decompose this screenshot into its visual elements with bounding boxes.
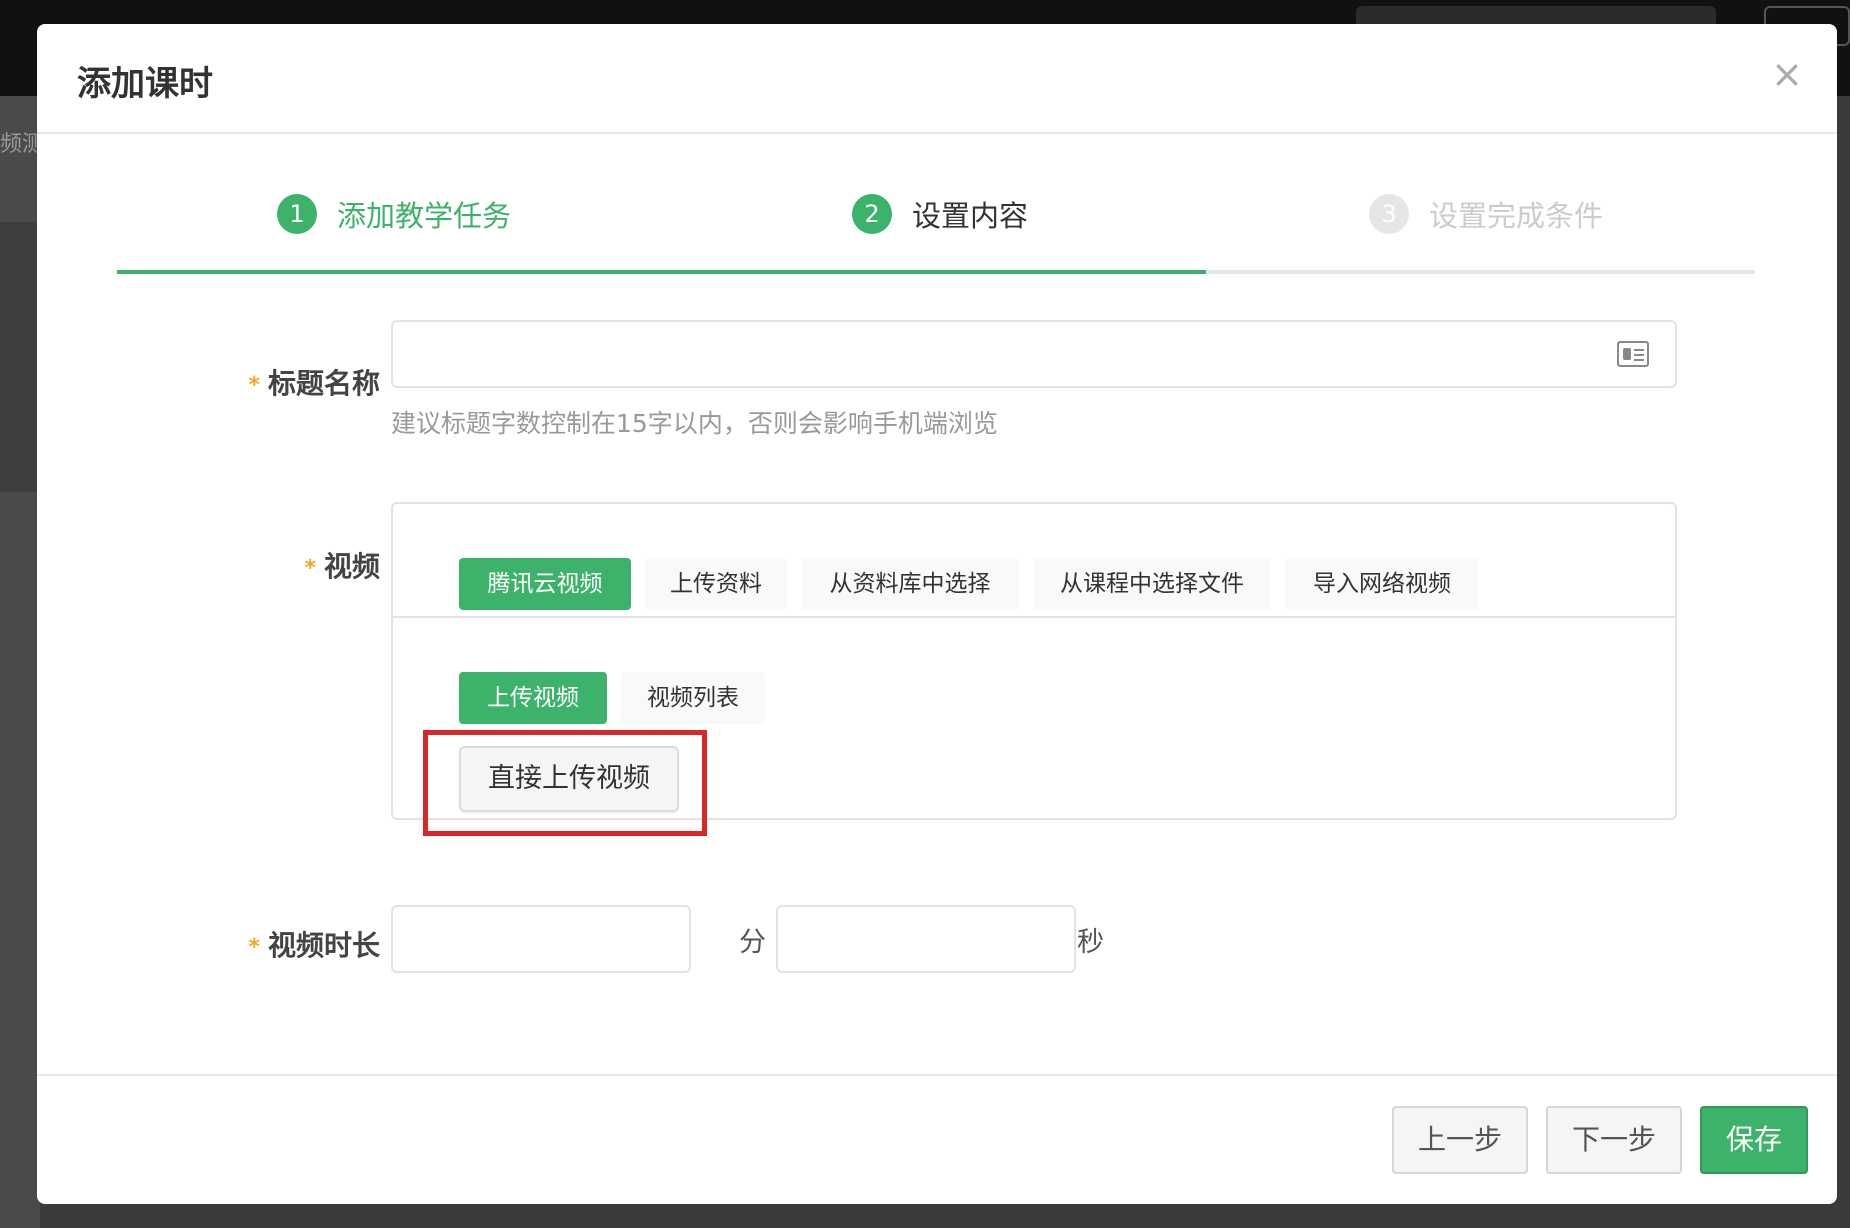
required-star: *	[248, 934, 260, 960]
step-3-label: 设置完成条件	[1429, 199, 1604, 233]
title-input[interactable]	[391, 320, 1677, 388]
title-hint: 建议标题字数控制在15字以内，否则会影响手机端浏览	[391, 409, 998, 438]
seconds-unit: 秒	[1077, 927, 1104, 958]
background-text-fragment: 频测	[0, 132, 40, 157]
footer-divider	[37, 1074, 1837, 1076]
seconds-input[interactable]	[776, 905, 1076, 973]
subtab-upload-video[interactable]: 上传视频	[459, 672, 607, 724]
duration-label-text: 视频时长	[267, 929, 380, 962]
step-3: 3 设置完成条件	[1369, 184, 1603, 244]
background-panel	[0, 222, 40, 492]
prev-step-button[interactable]: 上一步	[1392, 1106, 1528, 1174]
video-label: * 视频	[80, 545, 380, 585]
close-icon[interactable]: ×	[1767, 54, 1807, 94]
step-1-label: 添加教学任务	[337, 199, 512, 233]
step-1-number: 1	[277, 194, 317, 234]
title-label: * 标题名称	[80, 362, 380, 402]
modal-title: 添加课时	[77, 64, 213, 104]
step-indicator: 1 添加教学任务 2 设置内容 3 设置完成条件	[37, 184, 1837, 294]
required-star: *	[304, 555, 316, 581]
background-sidebar: 频测	[0, 96, 40, 1228]
direct-upload-button[interactable]: 直接上传视频	[459, 746, 679, 812]
tab-select-from-library[interactable]: 从资料库中选择	[801, 558, 1019, 610]
next-step-button[interactable]: 下一步	[1546, 1106, 1682, 1174]
tab-import-web-video[interactable]: 导入网络视频	[1285, 558, 1479, 610]
duration-label: * 视频时长	[80, 924, 380, 964]
tab-upload-material[interactable]: 上传资料	[645, 558, 787, 610]
tab-tencent-cloud-video[interactable]: 腾讯云视频	[459, 558, 631, 610]
title-label-text: 标题名称	[267, 367, 380, 400]
id-card-icon[interactable]	[1617, 341, 1649, 367]
panel-divider	[393, 616, 1675, 618]
step-progress-track	[117, 270, 1755, 274]
step-3-number: 3	[1369, 194, 1409, 234]
step-1: 1 添加教学任务	[277, 184, 511, 244]
minutes-input[interactable]	[391, 905, 691, 973]
save-button[interactable]: 保存	[1700, 1106, 1808, 1174]
video-label-text: 视频	[323, 550, 380, 583]
step-progress-fill	[117, 270, 1207, 274]
minutes-unit: 分	[739, 927, 766, 958]
step-2-label: 设置内容	[912, 199, 1029, 233]
step-2: 2 设置内容	[852, 184, 1028, 244]
required-star: *	[248, 372, 260, 398]
subtab-video-list[interactable]: 视频列表	[621, 672, 765, 724]
tab-select-from-course[interactable]: 从课程中选择文件	[1033, 558, 1271, 610]
modal-header: 添加课时 ×	[37, 24, 1837, 134]
step-2-number: 2	[852, 194, 892, 234]
